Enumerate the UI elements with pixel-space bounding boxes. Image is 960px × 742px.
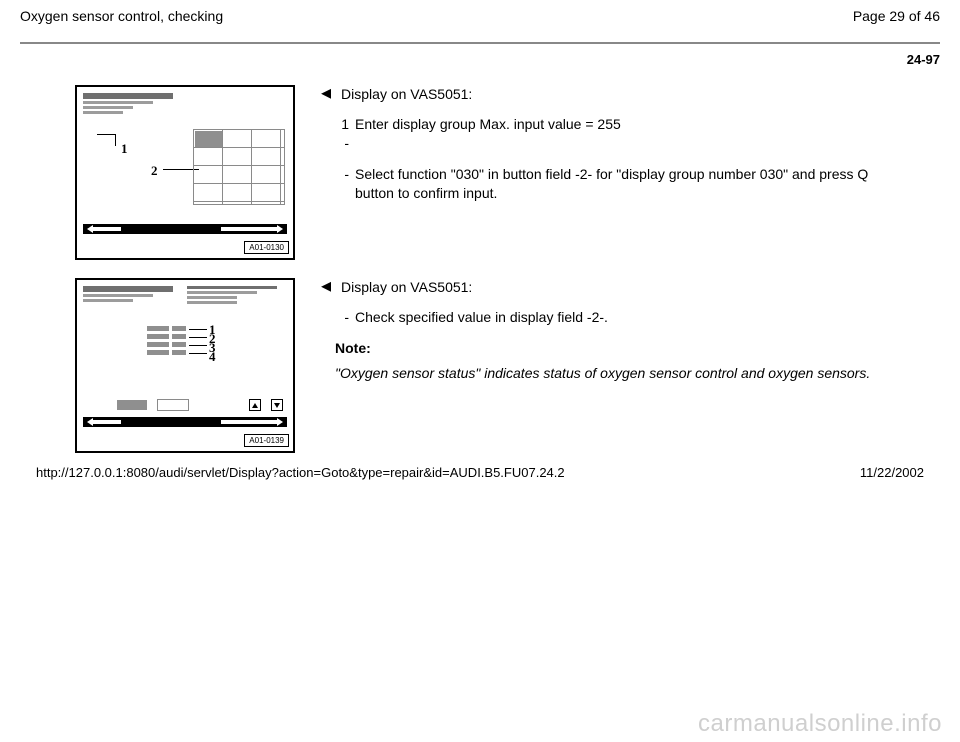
mini-grid-icon [193,129,285,205]
step-item: 1 - Enter display group Max. input value… [335,115,881,153]
up-arrow-icon [249,399,261,411]
mini-bottom-strip [83,417,287,427]
step-text: Enter display group Max. input value = 2… [355,115,621,153]
doc-title: Oxygen sensor control, checking [20,8,223,24]
mini-bottom-strip [83,224,287,234]
note-text: "Oxygen sensor status" indicates status … [335,364,881,383]
figure-callout: 2 [151,163,158,179]
page-number: Page 29 of 46 [853,8,940,24]
figure-label: A01-0139 [244,434,289,447]
figure-a01-0139: 1 2 3 4 A01-0139 [75,278,295,453]
instruction-row: 1 2 A01-0130 ◂ Display on VAS5051: [75,85,940,260]
watermark: carmanualsonline.info [698,710,942,738]
mini-button-row [117,399,283,411]
footer-url: http://127.0.0.1:8080/audi/servlet/Displ… [36,465,565,480]
mini-data-rows [147,326,186,355]
step-heading: Display on VAS5051: [341,85,472,104]
figure-callout: 1 [121,141,128,157]
step-marker: 1 - [335,115,349,153]
step-item: - Select function "030" in button field … [335,165,881,203]
down-arrow-icon [271,399,283,411]
figure-callout: 4 [209,349,216,365]
step-item: - Check specified value in display field… [335,308,881,327]
footer-date: 11/22/2002 [860,465,924,480]
figure-a01-0130: 1 2 A01-0130 [75,85,295,260]
pointer-left-icon: ◂ [321,83,331,103]
step-marker: - [335,308,349,327]
header-rule [20,42,940,44]
pointer-left-icon: ◂ [321,276,331,296]
step-text: Select function "030" in button field -2… [355,165,881,203]
step-marker: - [335,165,349,203]
page-code: 24-97 [20,52,940,77]
instruction-row: 1 2 3 4 A01-0139 [75,278,940,453]
note-label: Note: [335,339,881,358]
step-text: Check specified value in display field -… [355,308,608,327]
step-heading: Display on VAS5051: [341,278,472,297]
figure-label: A01-0130 [244,241,289,254]
